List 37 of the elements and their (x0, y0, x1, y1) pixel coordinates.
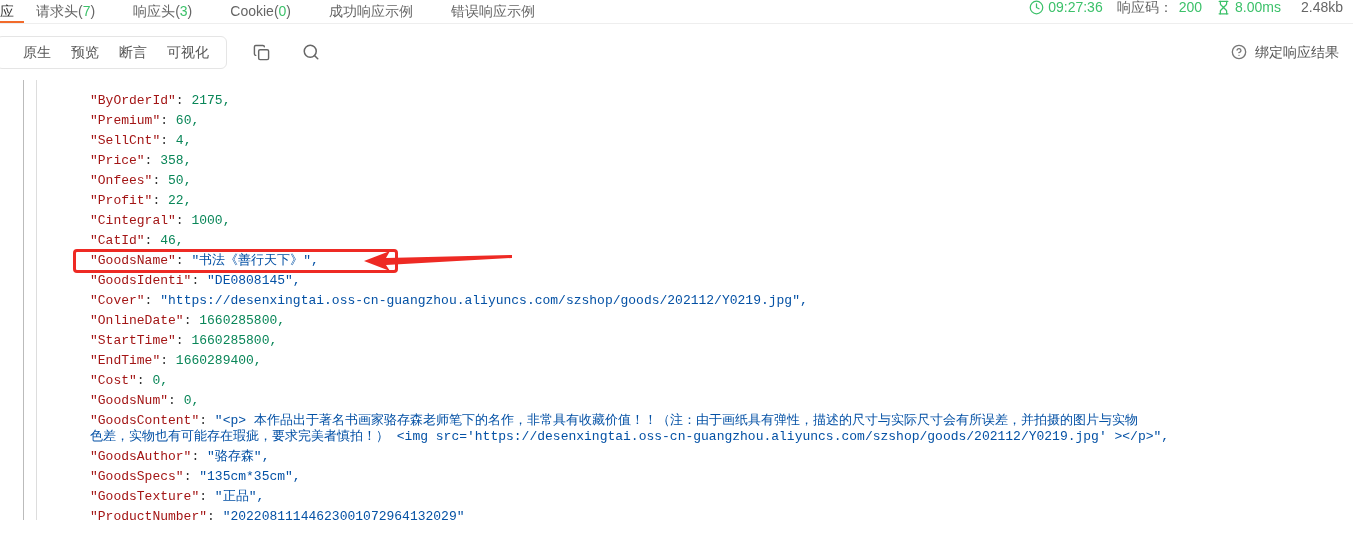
code-line: "SellCnt": 4, (90, 133, 192, 149)
bind-result-link[interactable]: 绑定响应结果 (1255, 41, 1339, 63)
response-tab[interactable]: 错误响应示例 (439, 0, 547, 23)
code-line: "Profit": 22, (90, 193, 192, 209)
response-tab[interactable]: 成功响应示例 (317, 0, 425, 23)
view-mode-option[interactable]: 断言 (110, 41, 156, 63)
code-line: "Cost": 0, (90, 373, 169, 389)
response-tab[interactable]: Cookie(0) (218, 0, 303, 23)
status-code-label: 响应码： (1116, 0, 1173, 17)
view-mode-option[interactable]: 预览 (62, 41, 108, 63)
view-mode-option[interactable]: 原生 (14, 41, 60, 63)
code-line: "ProductNumber": "20220811144623001072964132029" (90, 509, 465, 525)
code-line: "ByOrderId": 2175, (90, 93, 231, 109)
code-line: "GoodsContent": "<p> 本作品出于著名书画家骆存森老师笔下的名作，非常具有收藏价值！！（注：由于画纸具有弹性，描述的尺寸与实际尺寸会有所误差，并拍摄的图片与实物 色差，实物也有可能存在瑕疵，要求完美者慎拍！） <img src='https://desenxingtai.oss-cn-guangzhou.aliyuncs.com/szshop/goods/202112/Y0219.jpg' ></p>", (90, 413, 1170, 445)
response-tab[interactable]: 响应头(3) (121, 0, 205, 23)
code-line: "GoodsName": "书法《善行天下》", (90, 253, 319, 269)
code-line: "GoodsAuthor": "骆存森", (90, 449, 270, 465)
code-line: "GoodsIdenti": "DE0808145", (90, 273, 301, 289)
code-line: "CatId": 46, (90, 233, 184, 249)
status-code: 200 (1178, 0, 1203, 17)
duration: 8.00ms (1235, 0, 1281, 17)
response-tab[interactable]: 应 (0, 0, 24, 23)
response-size: 2.48kb (1300, 0, 1343, 17)
code-line: "Onfees": 50, (90, 173, 192, 189)
code-line: "GoodsSpecs": "135cm*35cm", (90, 469, 301, 485)
code-line: "Price": 358, (90, 153, 192, 169)
code-line: "Premium": 60, (90, 113, 200, 129)
code-line: "GoodsNum": 0, (90, 393, 200, 409)
code-line: "OnlineDate": 1660285800, (90, 313, 286, 329)
view-mode-option[interactable]: 可视化 (158, 41, 218, 63)
response-tab[interactable]: 请求头(7) (24, 0, 108, 23)
code-line: "Cover": "https://desenxingtai.oss-cn-guangzhou.aliyuncs.com/szshop/goods/202112/Y0219.jpg", (90, 293, 808, 309)
code-line: "EndTime": 1660289400, (90, 353, 262, 369)
code-line: "GoodsTexture": "正品", (90, 489, 265, 505)
code-line: "StartTime": 1660285800, (90, 333, 278, 349)
response-time: 09:27:36 (1048, 0, 1103, 17)
code-line: "Cintegral": 1000, (90, 213, 231, 229)
